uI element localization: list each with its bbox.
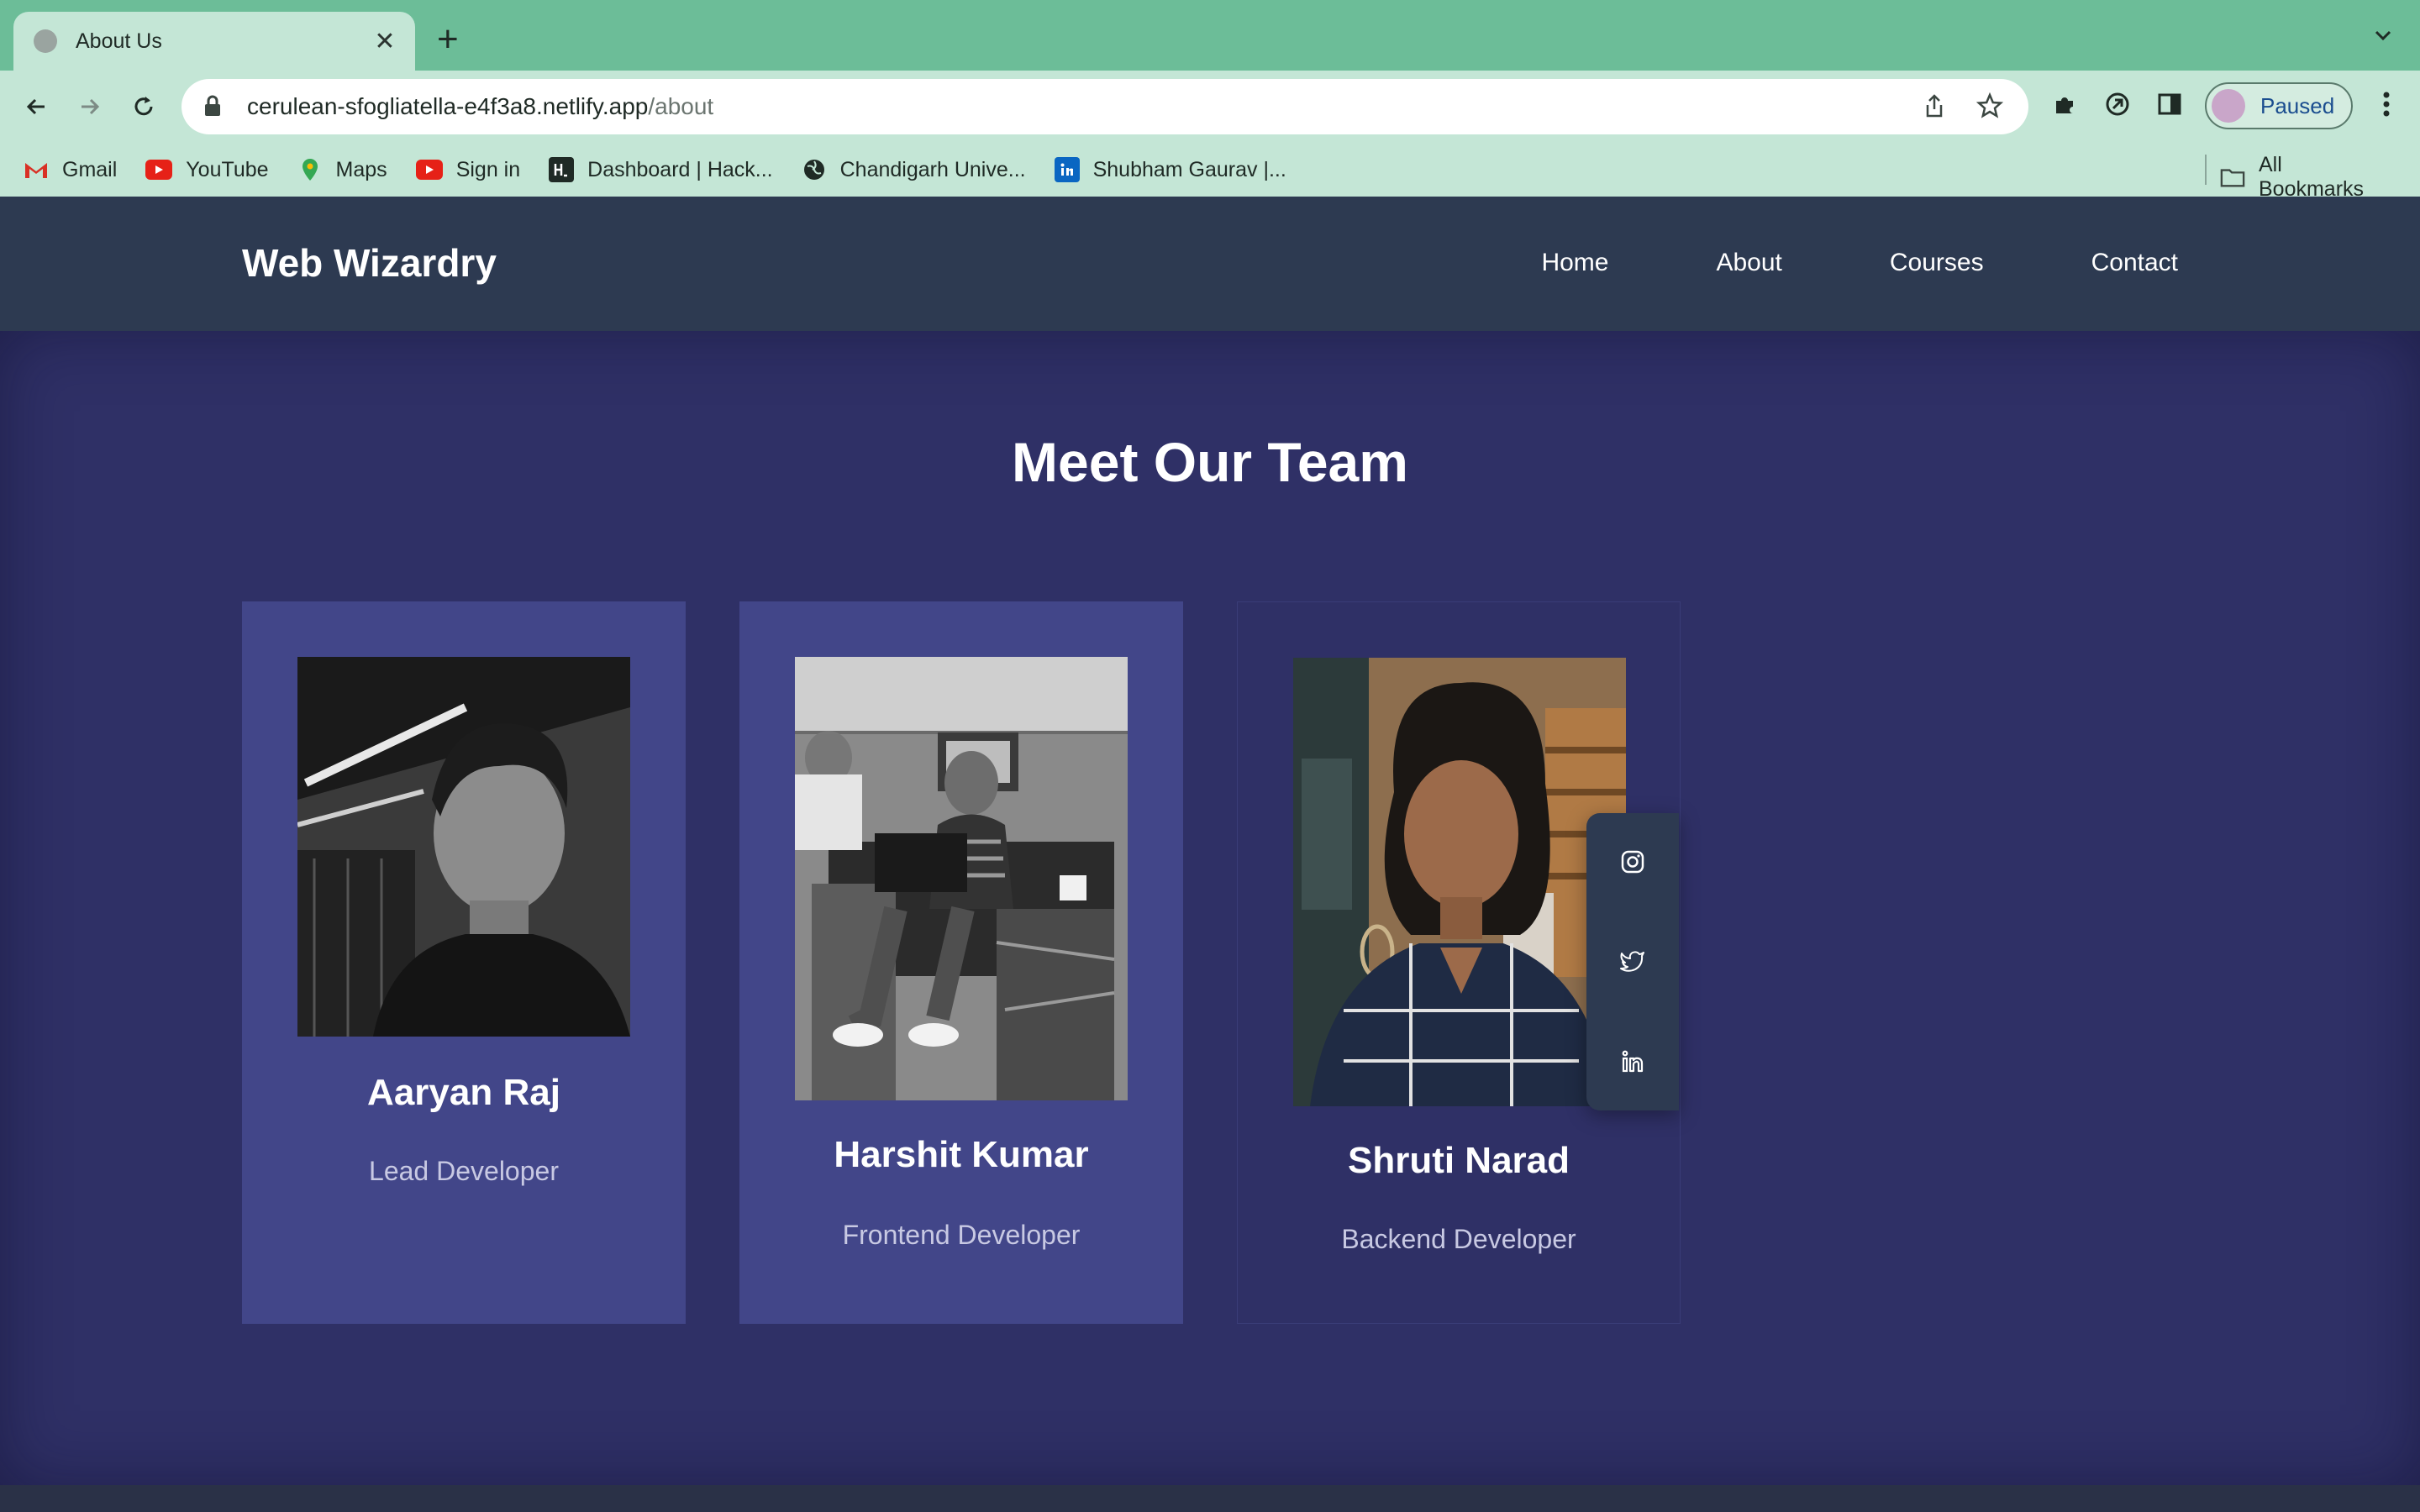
site-brand-logo[interactable]: Web Wizardry [242,240,497,286]
tab-close-icon[interactable]: ✕ [370,27,400,56]
instagram-icon[interactable] [1618,847,1648,877]
team-card[interactable]: Harshit Kumar Frontend Developer [739,601,1183,1324]
bookmarks-divider [2205,155,2207,185]
page-title: Meet Our Team [1012,431,1408,493]
side-panel-icon[interactable] [2154,89,2185,119]
member-photo [1293,658,1626,1106]
bookmark-sign-in[interactable]: Sign in [415,158,520,182]
url-host: cerulean-sfogliatella-e4f3a8.netlify.app [247,93,649,119]
lock-icon[interactable] [203,95,227,118]
linkedin-icon [1054,157,1080,182]
reload-icon[interactable] [126,89,161,124]
bookmark-star-icon[interactable] [1975,91,2005,121]
url-path: /about [648,93,714,119]
avatar [2212,89,2245,123]
nav-link-about[interactable]: About [1716,249,1781,277]
maps-pin-icon [297,157,323,182]
globe-favicon-icon [34,29,57,53]
bookmark-youtube[interactable]: YouTube [145,158,269,182]
share-icon[interactable] [1919,91,1949,121]
bookmark-linkedin[interactable]: Shubham Gaurav |... [1054,157,1286,182]
nav-link-home[interactable]: Home [1541,249,1608,277]
extensions-puzzle-icon[interactable] [2050,89,2081,119]
bookmark-maps[interactable]: Maps [297,157,387,182]
nav-link-courses[interactable]: Courses [1890,249,1984,277]
member-role: Backend Developer [1341,1224,1576,1254]
folder-icon [2220,165,2245,190]
linkedin-icon[interactable] [1618,1047,1648,1077]
team-section: Meet Our Team Aaryan Raj Lead Developer [0,331,2420,1485]
browser-toolbar: cerulean-sfogliatella-e4f3a8.netlify.app… [0,71,2420,143]
member-photo [795,657,1128,1100]
new-tab-button[interactable]: + [437,18,459,60]
browser-tab-active[interactable]: About Us ✕ [13,12,415,71]
forward-arrow-icon[interactable] [72,89,108,124]
browser-tab-strip: About Us ✕ + [0,0,2420,71]
bookmark-chandigarh[interactable]: Chandigarh Unive... [802,157,1026,182]
bookmarks-bar: Gmail YouTube Maps Sign in Dashboard | H… [0,143,2420,201]
team-card[interactable]: Aaryan Raj Lead Developer [242,601,686,1324]
member-name: Shruti Narad [1347,1140,1570,1181]
menu-kebab-icon[interactable] [2371,89,2402,119]
youtube-icon [415,160,443,180]
site-nav: Home About Courses Contact [1541,249,2178,277]
profile-button[interactable]: Paused [2205,82,2353,129]
back-arrow-icon[interactable] [18,89,54,124]
member-photo [297,657,630,1037]
youtube-icon [145,160,173,180]
nav-link-contact[interactable]: Contact [2091,249,2178,277]
bookmark-gmail[interactable]: Gmail [24,157,117,182]
tab-title: About Us [76,29,162,53]
site-header: Web Wizardry Home About Courses Contact [0,197,2420,331]
bookmark-hackerrank[interactable]: Dashboard | Hack... [549,157,773,182]
profile-status-label: Paused [2260,92,2335,118]
globe-icon [802,157,827,182]
member-role: Lead Developer [369,1156,559,1186]
hackerrank-icon [549,157,575,182]
all-bookmarks-button[interactable]: All Bookmarks [2220,153,2391,202]
member-name: Aaryan Raj [367,1072,560,1113]
footer-strip [0,1485,2420,1512]
member-role: Frontend Developer [842,1220,1081,1250]
social-links-panel [1586,813,1679,1110]
twitter-icon[interactable] [1618,946,1648,976]
gmail-icon [24,157,49,182]
extension-leaf-icon[interactable] [2102,89,2133,119]
address-bar[interactable]: cerulean-sfogliatella-e4f3a8.netlify.app… [182,79,2028,134]
chevron-down-icon[interactable] [2371,24,2395,47]
member-name: Harshit Kumar [834,1134,1089,1175]
